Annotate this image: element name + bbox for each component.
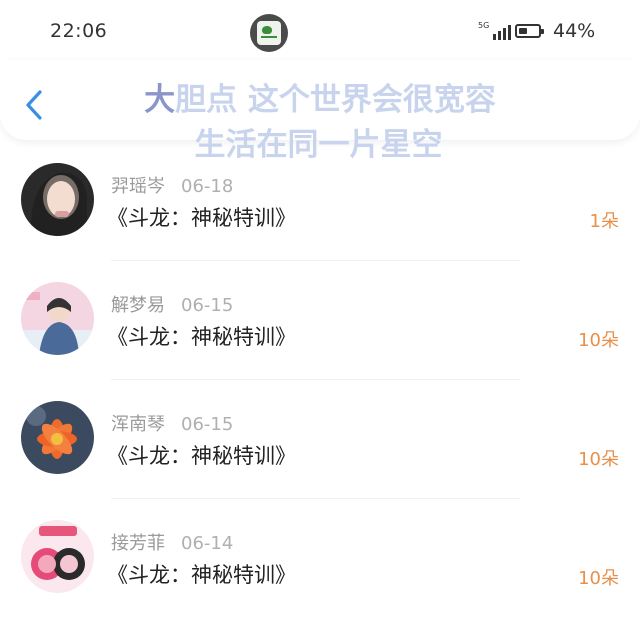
work-title: 《斗龙：神秘特训》 [107, 444, 296, 468]
battery-percentage: 44% [553, 20, 596, 42]
title-lead-char: 大 [144, 82, 176, 118]
sender-info: 解梦易 06-15 [111, 291, 233, 317]
sender-name: 羿瑶岑 [111, 176, 165, 197]
flower-count: 1朵 [589, 211, 619, 232]
divider [111, 379, 520, 380]
send-date: 06-15 [181, 295, 234, 316]
sender-name: 解梦易 [111, 295, 165, 316]
flower-count: 10朵 [578, 449, 619, 470]
work-title: 《斗龙：神秘特训》 [107, 206, 296, 230]
list-item[interactable]: 羿瑶岑 06-18 《斗龙：神秘特训》 1朵 [0, 152, 640, 271]
sender-info: 浑南琴 06-15 [111, 410, 233, 436]
sender-name: 浑南琴 [111, 414, 165, 435]
avatar[interactable] [21, 520, 94, 593]
work-title: 《斗龙：神秘特训》 [107, 563, 296, 587]
network-type-label: 5G [478, 21, 490, 30]
divider [111, 260, 520, 261]
sender-info: 接芳菲 06-14 [111, 529, 233, 555]
work-title: 《斗龙：神秘特训》 [107, 325, 296, 349]
title-line-1: 大胆点 这个世界会很宽容 [0, 78, 640, 123]
battery-icon [515, 24, 544, 38]
flower-count: 10朵 [578, 330, 619, 351]
list-item[interactable]: 解梦易 06-15 《斗龙：神秘特训》 10朵 [0, 271, 640, 390]
cellular-signal-icon: 5G [478, 21, 512, 40]
divider [111, 498, 520, 499]
gift-list: 羿瑶岑 06-18 《斗龙：神秘特训》 1朵 解梦易 06-15 《斗龙：神秘特训》… [0, 152, 640, 628]
sender-name: 接芳菲 [111, 533, 165, 554]
sender-info: 羿瑶岑 06-18 [111, 172, 233, 198]
title-line-1-text: 胆点 这个世界会很宽容 [175, 82, 496, 118]
flower-count: 10朵 [578, 568, 619, 589]
avatar[interactable] [21, 401, 94, 474]
avatar[interactable] [21, 282, 94, 355]
avatar[interactable] [21, 163, 94, 236]
status-bar: 22:06 5G 44% [0, 0, 640, 64]
send-date: 06-14 [181, 533, 234, 554]
list-item[interactable]: 接芳菲 06-14 《斗龙：神秘特训》 10朵 [0, 509, 640, 628]
status-time: 22:06 [50, 20, 108, 42]
list-item[interactable]: 浑南琴 06-15 《斗龙：神秘特训》 10朵 [0, 390, 640, 509]
send-date: 06-15 [181, 414, 234, 435]
send-date: 06-18 [181, 176, 234, 197]
app-notification-icon [250, 14, 288, 52]
